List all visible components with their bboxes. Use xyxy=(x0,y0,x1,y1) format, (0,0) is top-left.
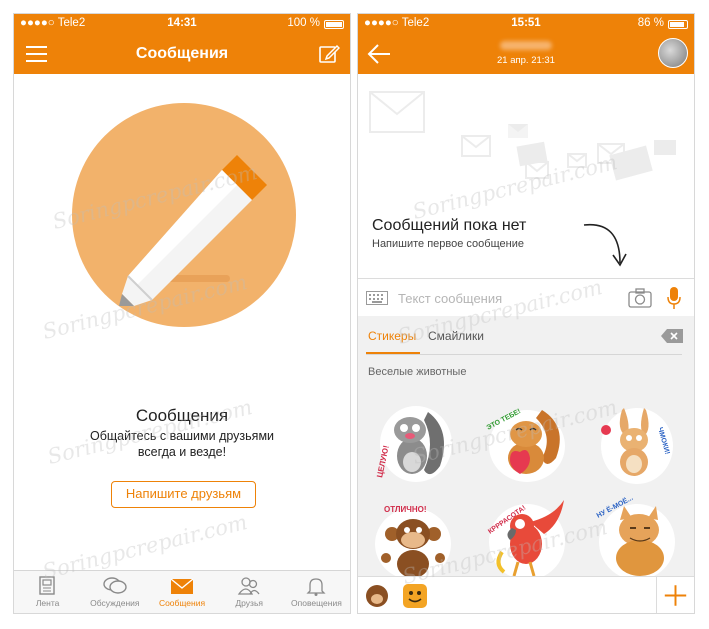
bell-icon xyxy=(306,578,326,596)
keyboard-icon[interactable] xyxy=(366,291,388,305)
rabbit-sticker[interactable]: ЧМОКИ! xyxy=(594,400,680,486)
page-title: Сообщения xyxy=(135,45,229,62)
tab-smileys[interactable]: Смайлики xyxy=(428,329,484,343)
tab-friends[interactable]: Друзья xyxy=(216,571,283,613)
nav-bar: 21 апр. 21:31 xyxy=(358,34,694,74)
tab-stickers[interactable]: Стикеры xyxy=(368,329,416,343)
write-friends-button[interactable]: Напишите друзьям xyxy=(111,481,256,508)
tab-notifications[interactable]: Оповещения xyxy=(283,571,350,613)
sticker-caption: ОТЛИЧНО! xyxy=(384,505,427,514)
sticker-category-title: Веселые животные xyxy=(368,366,467,378)
status-bar: ●●●●○ Tele2 14:31 100 % xyxy=(14,14,350,34)
no-messages-subtitle: Напишите первое сообщение xyxy=(372,238,524,250)
messages-screen: ●●●●○ Tele2 14:31 100 % Сообщения Сообще… xyxy=(13,13,351,614)
divider xyxy=(366,354,682,355)
squirrel-heart-sticker[interactable]: ЭТО ТЕБЕ! xyxy=(484,400,570,486)
add-stickers-icon[interactable] xyxy=(656,577,694,614)
tab-messages[interactable]: Сообщения xyxy=(148,571,215,613)
camera-icon[interactable] xyxy=(628,288,652,308)
friends-icon xyxy=(237,577,260,595)
tab-bar: Лента Обсуждения Сообщения Друзья Оповещ… xyxy=(14,570,350,613)
contact-name-blurred xyxy=(500,41,552,50)
messages-icon xyxy=(170,578,194,594)
battery-icon xyxy=(324,20,344,29)
monkey-pack-icon[interactable] xyxy=(364,583,390,609)
envelopes-decoration xyxy=(369,91,676,181)
status-bar: ●●●●○ Tele2 15:51 86 % xyxy=(358,14,694,34)
discussions-icon xyxy=(103,577,127,594)
battery-percent: 100 % xyxy=(287,17,320,29)
tab-notifications-label: Оповещения xyxy=(291,598,342,608)
sticker-panel: Стикеры Смайлики Веселые животные ЦЕЛУЮ! xyxy=(358,316,694,580)
sticker-pack-bar xyxy=(358,576,694,613)
empty-subtitle-line1: Общайтесь с вашими друзьями xyxy=(89,429,275,443)
last-seen-date: 21 апр. 21:31 xyxy=(497,55,555,66)
avatar[interactable] xyxy=(658,38,688,68)
tab-feed[interactable]: Лента xyxy=(14,571,81,613)
sticker-tabs: Стикеры Смайлики xyxy=(358,316,694,354)
backspace-icon[interactable] xyxy=(660,328,684,344)
battery-percent: 86 % xyxy=(637,17,664,29)
tab-discussions-label: Обсуждения xyxy=(90,598,140,608)
chat-screen: ●●●●○ Tele2 15:51 86 % 21 апр. 21:31 Соо… xyxy=(357,13,695,614)
message-composer xyxy=(358,278,694,316)
empty-title: Сообщения xyxy=(135,406,229,425)
empty-subtitle-line2: всегда и везде! xyxy=(137,445,227,459)
tab-friends-label: Друзья xyxy=(235,598,263,608)
feed-icon xyxy=(38,576,55,595)
smiley-pack-icon[interactable] xyxy=(402,583,428,609)
parrot-sticker[interactable]: КРРРАСОТА! xyxy=(484,494,570,580)
microphone-icon[interactable] xyxy=(666,286,682,310)
empty-subtitle: Общайтесь с вашими друзьями всегда и вез… xyxy=(14,428,350,460)
message-input[interactable] xyxy=(398,287,618,309)
tab-discussions[interactable]: Обсуждения xyxy=(81,571,148,613)
tab-messages-label: Сообщения xyxy=(158,598,206,608)
compose-icon[interactable] xyxy=(318,43,340,65)
monkey-sticker[interactable]: ОТЛИЧНО! xyxy=(370,494,456,580)
nav-bar: Сообщения xyxy=(14,34,350,74)
cat-sticker[interactable]: НУ Ё-МОЁ... xyxy=(594,494,680,580)
tab-feed-label: Лента xyxy=(35,598,60,608)
no-messages-title: Сообщений пока нет xyxy=(372,217,527,234)
battery-icon xyxy=(668,20,688,29)
squirrel-kiss-sticker[interactable]: ЦЕЛУЮ! xyxy=(370,400,456,486)
pencil-illustration xyxy=(72,103,296,327)
curved-arrow-icon xyxy=(583,223,627,267)
